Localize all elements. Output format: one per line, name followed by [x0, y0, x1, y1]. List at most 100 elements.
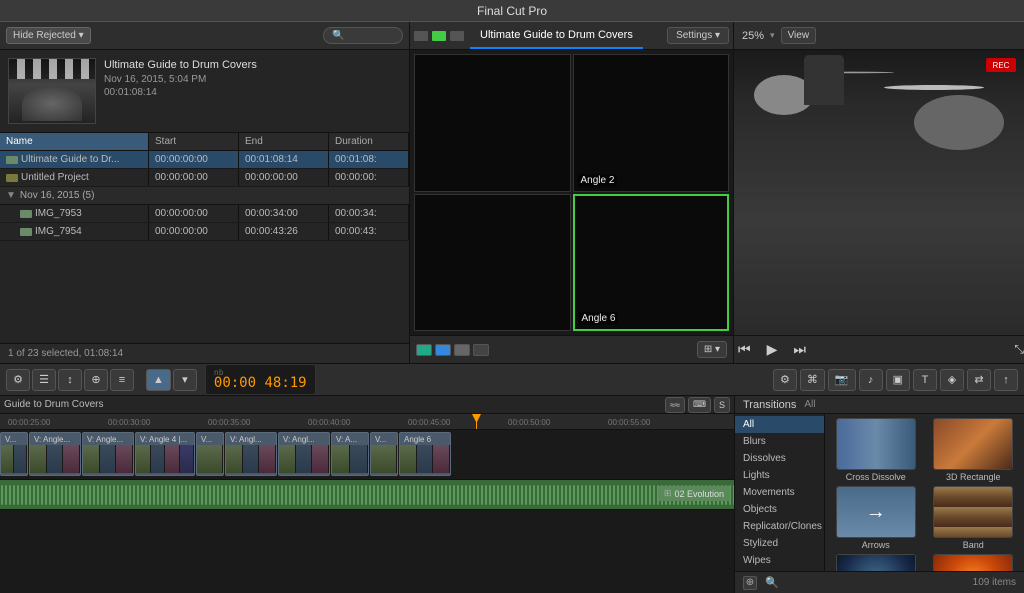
cymbals: [754, 65, 1014, 145]
rec-button[interactable]: REC: [986, 58, 1016, 72]
tool-text[interactable]: T: [913, 369, 937, 391]
trans-item-3d-rect[interactable]: 3D Rectangle: [927, 418, 1021, 482]
viewer-tab-main[interactable]: Ultimate Guide to Drum Covers: [470, 22, 643, 49]
timeline-header-controls: ≈≈ ⌨ S: [665, 397, 730, 413]
go-to-start-button[interactable]: ⏮: [734, 339, 755, 360]
trans-item-black-hole[interactable]: Black Hole: [829, 554, 923, 571]
select-dropdown-button[interactable]: ▾: [173, 369, 197, 391]
tool-gen[interactable]: ◈: [940, 369, 964, 391]
hide-rejected-button[interactable]: Hide Rejected ▾: [6, 27, 91, 44]
trans-cat-wipes[interactable]: Wipes: [735, 552, 824, 569]
clip[interactable]: V: Angl...: [278, 432, 330, 476]
trans-item-bloom[interactable]: Bloom: [927, 554, 1021, 571]
audio-clip-label[interactable]: ⊞ 02 Evolution: [658, 486, 730, 501]
transitions-layout: All Blurs Dissolves Lights Movements Obj…: [735, 414, 1024, 571]
angle-cell-6[interactable]: Angle 6: [573, 194, 730, 332]
color-gray-button[interactable]: [454, 344, 470, 356]
clip[interactable]: V...: [0, 432, 28, 476]
tool-wrench[interactable]: ⚙: [773, 369, 797, 391]
ruler-mark-5: 00:00:45:00: [408, 418, 450, 427]
main-preview[interactable]: REC: [734, 50, 1024, 335]
media-duration: 00:01:08:14: [104, 87, 257, 98]
color-gray2-button[interactable]: [473, 344, 489, 356]
trans-item-cross-dissolve[interactable]: Cross Dissolve: [829, 418, 923, 482]
angle-cell-1[interactable]: [414, 54, 571, 192]
zoom-dropdown-icon: ▾: [770, 30, 775, 41]
ruler-mark-6: 00:00:50:00: [508, 418, 550, 427]
preview-content: REC: [734, 50, 1024, 335]
clip-angle6[interactable]: Angle 6: [399, 432, 451, 476]
timeline-header: Guide to Drum Covers ≈≈ ⌨ S: [0, 396, 734, 414]
clip[interactable]: V...: [196, 432, 224, 476]
col-header-name[interactable]: Name: [0, 133, 149, 150]
view-button[interactable]: View: [781, 27, 817, 44]
transitions-all-label[interactable]: All: [804, 399, 815, 410]
table-row[interactable]: Untitled Project 00:00:00:00 00:00:00:00…: [0, 169, 409, 187]
angle-cell-3[interactable]: [414, 194, 571, 332]
fullscreen-button[interactable]: ⤡: [1014, 342, 1024, 357]
clip[interactable]: V: Angle...: [29, 432, 81, 476]
clip[interactable]: V: Angl...: [225, 432, 277, 476]
tool-share[interactable]: ↑: [994, 369, 1018, 391]
cell-end: 00:00:00:00: [239, 169, 329, 186]
timeline-solo-btn[interactable]: S: [714, 397, 730, 413]
view-size-button[interactable]: ⊞ ▾: [697, 341, 727, 358]
col-header-start[interactable]: Start: [149, 133, 239, 150]
trans-item-arrows[interactable]: → Arrows: [829, 486, 923, 550]
timeline-skimmer-btn[interactable]: ⌨: [688, 397, 711, 413]
section-header[interactable]: ▼ Nov 16, 2015 (5): [0, 187, 409, 205]
timeline-tracks[interactable]: V... V: Angle...: [0, 430, 734, 593]
angle-cell-2[interactable]: Angle 2: [573, 54, 730, 192]
tool-button-1[interactable]: ⚙: [6, 369, 30, 391]
select-tool-group: ▲ ▾: [146, 369, 197, 391]
trans-cat-replicator[interactable]: Replicator/Clones: [735, 518, 824, 535]
tool-trans[interactable]: ⇄: [967, 369, 991, 391]
ruler-mark-4: 00:00:40:00: [308, 418, 350, 427]
tool-button-4[interactable]: ⊕: [84, 369, 108, 391]
tool-music[interactable]: ♪: [859, 369, 883, 391]
trans-cat-blurs[interactable]: Blurs: [735, 433, 824, 450]
tool-clip[interactable]: ▣: [886, 369, 910, 391]
cell-name: IMG_7954: [0, 223, 149, 240]
cell-start: 00:00:00:00: [149, 223, 239, 240]
col-header-end[interactable]: End: [239, 133, 329, 150]
trans-cat-dissolves[interactable]: Dissolves: [735, 450, 824, 467]
media-date: Nov 16, 2015, 5:04 PM: [104, 74, 257, 85]
browser-search-input[interactable]: [323, 27, 403, 44]
trans-item-band[interactable]: Band: [927, 486, 1021, 550]
clip[interactable]: V: A...: [331, 432, 369, 476]
tool-camera[interactable]: 📷: [828, 369, 856, 391]
clip[interactable]: V: Angle...: [82, 432, 134, 476]
tool-button-2[interactable]: ☰: [32, 369, 56, 391]
trans-cat-objects[interactable]: Objects: [735, 501, 824, 518]
table-row[interactable]: Ultimate Guide to Dr... 00:00:00:00 00:0…: [0, 151, 409, 169]
angle-grid: Angle 2 Angle 6: [410, 50, 733, 335]
tool-magnet[interactable]: ⌘: [800, 369, 825, 391]
ruler-mark-1: 00:00:25:00: [8, 418, 50, 427]
color-green-button[interactable]: [416, 344, 432, 356]
settings-button[interactable]: Settings ▾: [667, 27, 729, 44]
table-row[interactable]: IMG_7953 00:00:00:00 00:00:34:00 00:00:3…: [0, 205, 409, 223]
tool-button-3[interactable]: ↕: [58, 369, 82, 391]
browser-status: 1 of 23 selected, 01:08:14: [0, 343, 409, 363]
clip[interactable]: V...: [370, 432, 398, 476]
trans-search-icon[interactable]: 🔍: [765, 576, 779, 590]
play-button[interactable]: ▶: [763, 339, 782, 360]
col-header-duration[interactable]: Duration: [329, 133, 409, 150]
viewer-controls: ⊞ ▾: [410, 335, 733, 363]
table-row[interactable]: IMG_7954 00:00:00:00 00:00:43:26 00:00:4…: [0, 223, 409, 241]
media-thumbnail[interactable]: [8, 58, 96, 124]
cell-end: 00:00:34:00: [239, 205, 329, 222]
audio-waveform: [0, 480, 734, 509]
trans-cat-stylized[interactable]: Stylized: [735, 535, 824, 552]
clip[interactable]: V: Angle 4 |...: [135, 432, 195, 476]
tool-button-5[interactable]: ≡: [110, 369, 134, 391]
trans-install-button[interactable]: ⊕: [743, 576, 757, 590]
trans-cat-lights[interactable]: Lights: [735, 467, 824, 484]
select-tool-button[interactable]: ▲: [146, 369, 171, 391]
color-blue-button[interactable]: [435, 344, 451, 356]
trans-cat-movements[interactable]: Movements: [735, 484, 824, 501]
go-to-end-button[interactable]: ⏭: [789, 339, 810, 360]
trans-cat-all[interactable]: All: [735, 416, 824, 433]
timeline-waveform-btn[interactable]: ≈≈: [665, 397, 685, 413]
